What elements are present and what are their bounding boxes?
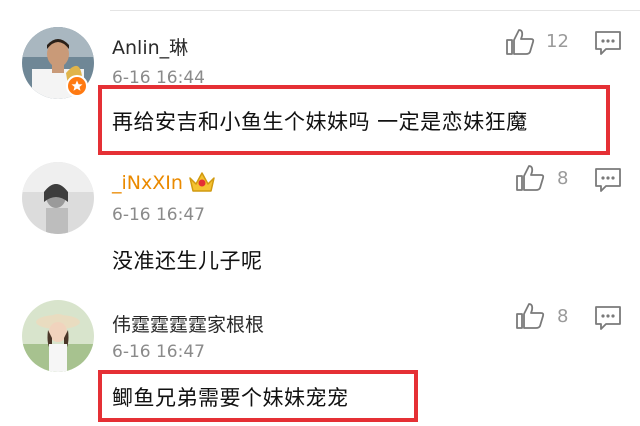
timestamp: 6-16 16:47	[112, 342, 205, 362]
comment-reply-icon[interactable]	[594, 30, 622, 56]
comment-text: 鲫鱼兄弟需要个妹妹宠宠	[112, 386, 349, 410]
timestamp: 6-16 16:47	[112, 205, 205, 225]
user-avatar[interactable]	[22, 300, 94, 372]
divider	[110, 10, 640, 11]
username[interactable]: _iNxXIn	[112, 172, 183, 194]
user-avatar[interactable]	[22, 162, 94, 234]
username[interactable]: Anlin_琳	[112, 33, 188, 60]
comment-text: 没准还生儿子呢	[112, 249, 263, 273]
comment-feed: Anlin_琳 6-16 16:44 再给安吉和小鱼生个妹妹吗 一定是恋妹狂魔 …	[0, 0, 640, 426]
comment-text: 再给安吉和小鱼生个妹妹吗 一定是恋妹狂魔	[112, 110, 528, 134]
like-count: 8	[557, 306, 569, 327]
comment-reply-icon[interactable]	[594, 167, 622, 193]
thumbs-up-icon[interactable]	[515, 164, 545, 192]
thumbs-up-icon[interactable]	[515, 302, 545, 330]
like-count: 8	[557, 168, 569, 189]
crown-icon	[188, 170, 216, 194]
username[interactable]: 伟霆霆霆霆家根根	[112, 310, 264, 337]
comment-reply-icon[interactable]	[594, 305, 622, 331]
thumbs-up-icon[interactable]	[505, 28, 535, 56]
like-count: 12	[546, 31, 569, 52]
verified-star-icon	[66, 75, 88, 97]
